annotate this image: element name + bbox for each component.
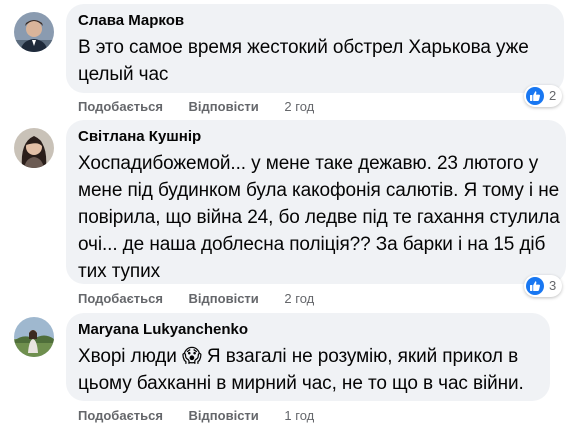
user-avatar-outdoors-icon xyxy=(14,317,54,357)
comment: Maryana Lukyanchenko Хворі люди 😱 Я взаг… xyxy=(0,311,587,426)
reaction-summary[interactable]: 2 xyxy=(524,85,563,107)
comment-text: В это самое время жестокий обстрел Харьк… xyxy=(78,34,552,88)
like-button[interactable]: Подобається xyxy=(78,99,163,114)
comment-bubble: Світлана Кушнір Хоспадибожемой... у мене… xyxy=(66,120,566,284)
comment-author[interactable]: Слава Марков xyxy=(78,12,552,30)
comment: Слава Марков В это самое время жестокий … xyxy=(0,0,587,118)
reply-button[interactable]: Відповісти xyxy=(189,99,259,114)
comment-timestamp[interactable]: 2 год xyxy=(284,291,314,306)
reaction-count: 2 xyxy=(549,88,557,103)
like-button[interactable]: Подобається xyxy=(78,291,163,306)
avatar[interactable] xyxy=(14,12,54,52)
comment-text: Хворі люди 😱 Я взагалі не розумію, який … xyxy=(78,343,538,397)
reply-button[interactable]: Відповісти xyxy=(189,291,259,306)
comment-actions: Подобається Відповісти 1 год xyxy=(78,408,314,424)
scream-emoji-icon: 😱 xyxy=(182,346,202,367)
comment-text-line: повірила, що війна 24, бо ледве під те г… xyxy=(78,207,560,228)
comment-text-line: тих тупих xyxy=(78,261,161,282)
comment-author[interactable]: Maryana Lukyanchenko xyxy=(78,321,538,339)
user-avatar-man-icon xyxy=(14,12,54,52)
like-icon xyxy=(526,87,544,105)
avatar[interactable] xyxy=(14,128,54,168)
comment-bubble: Maryana Lukyanchenko Хворі люди 😱 Я взаг… xyxy=(66,313,550,401)
comment-text-line: Хоспадибожемой... у мене таке дежавю. 23… xyxy=(78,153,539,174)
comment-actions: Подобається Відповісти 2 год xyxy=(78,291,314,307)
comment-text-line: целый час xyxy=(78,64,169,85)
comment-author[interactable]: Світлана Кушнір xyxy=(78,128,554,146)
reaction-count: 3 xyxy=(549,278,557,293)
reply-button[interactable]: Відповісти xyxy=(189,408,259,423)
comment-timestamp[interactable]: 1 год xyxy=(284,408,314,423)
avatar[interactable] xyxy=(14,317,54,357)
comment-text-segment: Я взагалі не розумію, який прикол в xyxy=(206,346,519,367)
comment-text-segment: Хворі люди xyxy=(78,346,177,367)
comment-text-line: цьому бахканні в мирний час, не то що в … xyxy=(78,373,524,394)
comment-bubble: Слава Марков В это самое время жестокий … xyxy=(66,4,564,93)
comment-timestamp[interactable]: 2 год xyxy=(284,99,314,114)
comment-actions: Подобається Відповісти 2 год xyxy=(78,99,314,115)
like-button[interactable]: Подобається xyxy=(78,408,163,423)
comment: Світлана Кушнір Хоспадибожемой... у мене… xyxy=(0,118,587,311)
comment-text: Хоспадибожемой... у мене таке дежавю. 23… xyxy=(78,150,560,285)
like-icon xyxy=(526,277,544,295)
comment-text-line: В это самое время жестокий обстрел Харьк… xyxy=(78,37,529,58)
comment-text-line: Хворі люди 😱 Я взагалі не розумію, який … xyxy=(78,343,538,370)
reaction-summary[interactable]: 3 xyxy=(524,275,563,297)
user-avatar-woman-icon xyxy=(14,128,54,168)
comment-text-line: мене під будинком була какофонія салютів… xyxy=(78,180,560,201)
comment-text-line: очі... де наша доблесна поліція?? За бар… xyxy=(78,234,546,255)
